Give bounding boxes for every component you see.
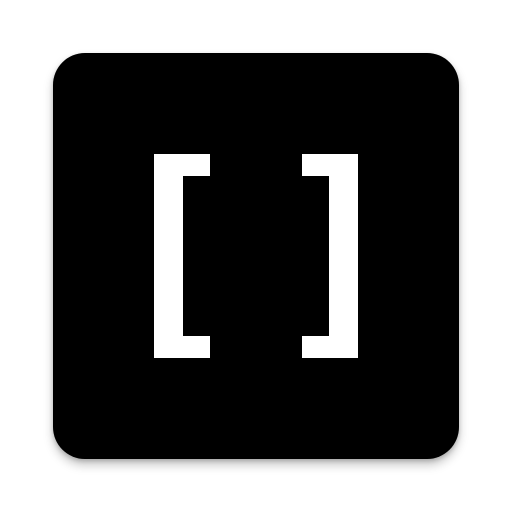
left-bracket-stem [154, 154, 183, 358]
left-bracket-top-arm [154, 154, 210, 176]
left-bracket-bottom-arm [154, 336, 210, 358]
right-bracket-stem [329, 154, 358, 358]
right-bracket-top-arm [302, 154, 358, 176]
right-bracket-icon [302, 154, 358, 358]
app-icon-tile[interactable] [53, 53, 459, 459]
right-bracket-bottom-arm [302, 336, 358, 358]
left-bracket-icon [154, 154, 210, 358]
icon-canvas [0, 0, 512, 512]
